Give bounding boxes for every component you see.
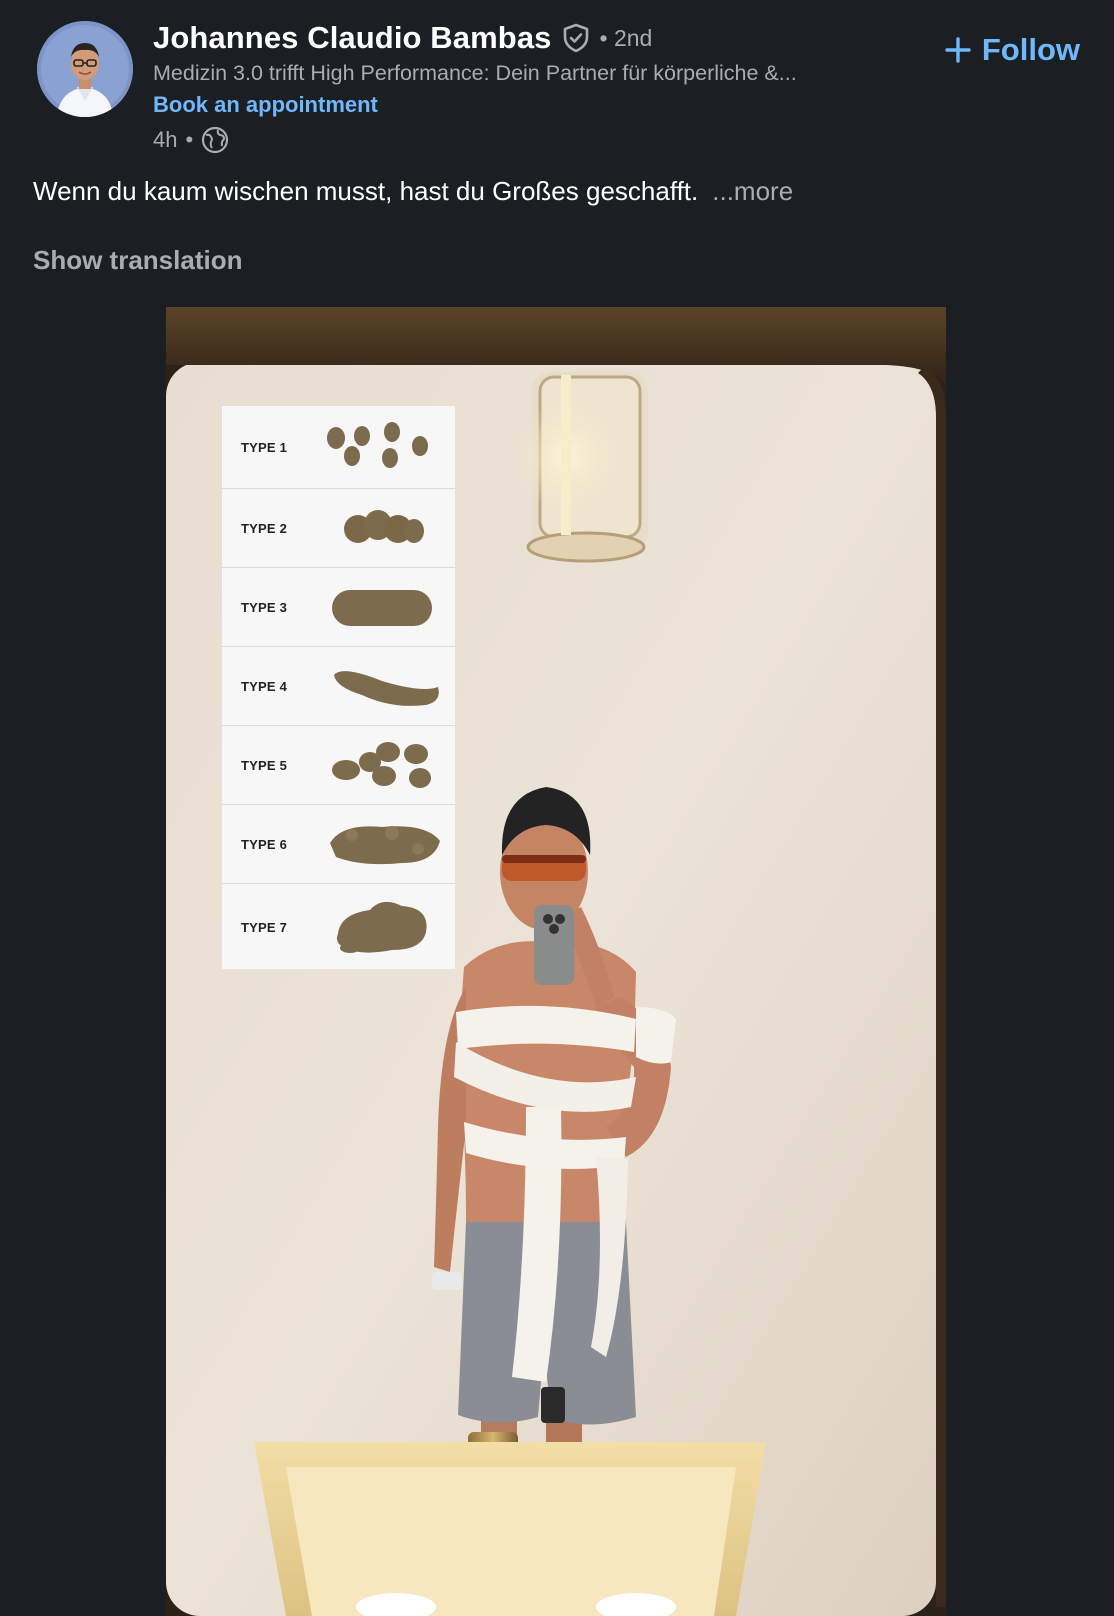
stool-type-6-illustration	[330, 826, 440, 865]
chart-row-label: TYPE 2	[241, 520, 287, 536]
show-translation-button[interactable]: Show translation	[33, 242, 242, 278]
bristol-stool-chart: TYPE 1 TYPE 2 TYPE 3 TYPE 4 TYPE 5 TYPE …	[222, 406, 455, 969]
chart-row: TYPE 2	[222, 489, 455, 568]
post-meta: 4h •	[153, 125, 229, 155]
stool-type-1-illustration	[327, 422, 428, 468]
author-name-row: Johannes Claudio Bambas • 2nd	[153, 18, 652, 58]
linkedin-post: Johannes Claudio Bambas • 2nd Medizin 3.…	[0, 0, 1114, 1616]
see-more-link[interactable]: ...more	[712, 176, 793, 206]
chart-row-label: TYPE 3	[241, 599, 287, 615]
chart-row-label: TYPE 7	[241, 920, 287, 935]
follow-button[interactable]: Follow	[944, 28, 1080, 72]
verified-shield-icon	[560, 22, 592, 54]
avatar[interactable]	[37, 21, 133, 117]
stool-type-5-illustration	[332, 742, 431, 788]
chart-row: TYPE 1	[222, 406, 455, 489]
chart-row-label: TYPE 6	[241, 836, 287, 852]
connection-degree: • 2nd	[599, 24, 653, 51]
chart-row-label: TYPE 4	[241, 678, 287, 694]
meta-separator: •	[185, 127, 194, 152]
stool-type-4-illustration	[334, 671, 439, 706]
plus-icon	[944, 36, 972, 64]
post-image[interactable]: TYPE 1 TYPE 2 TYPE 3 TYPE 4 TYPE 5 TYPE …	[166, 307, 946, 1616]
post-body-text: Wenn du kaum wischen musst, hast du Groß…	[33, 176, 699, 206]
author-headline: Medizin 3.0 trifft High Performance: Dei…	[153, 61, 797, 85]
chart-row: TYPE 5	[222, 726, 455, 805]
stool-type-7-illustration	[336, 901, 427, 953]
author-name[interactable]: Johannes Claudio Bambas	[153, 20, 552, 56]
post-time: 4h	[153, 127, 178, 152]
stool-type-2-illustration	[344, 510, 424, 543]
post-text-row: Wenn du kaum wischen musst, hast du Groß…	[33, 173, 793, 209]
chart-row: TYPE 6	[222, 805, 455, 884]
chart-row: TYPE 4	[222, 647, 455, 726]
book-appointment-link[interactable]: Book an appointment	[153, 90, 378, 120]
stool-type-3-illustration	[332, 590, 432, 626]
globe-icon	[201, 126, 229, 154]
follow-label: Follow	[981, 32, 1080, 67]
chart-row-label: TYPE 5	[241, 757, 287, 773]
chart-row-label: TYPE 1	[241, 439, 287, 455]
chart-row: TYPE 3	[222, 568, 455, 647]
chart-row: TYPE 7	[222, 884, 455, 971]
